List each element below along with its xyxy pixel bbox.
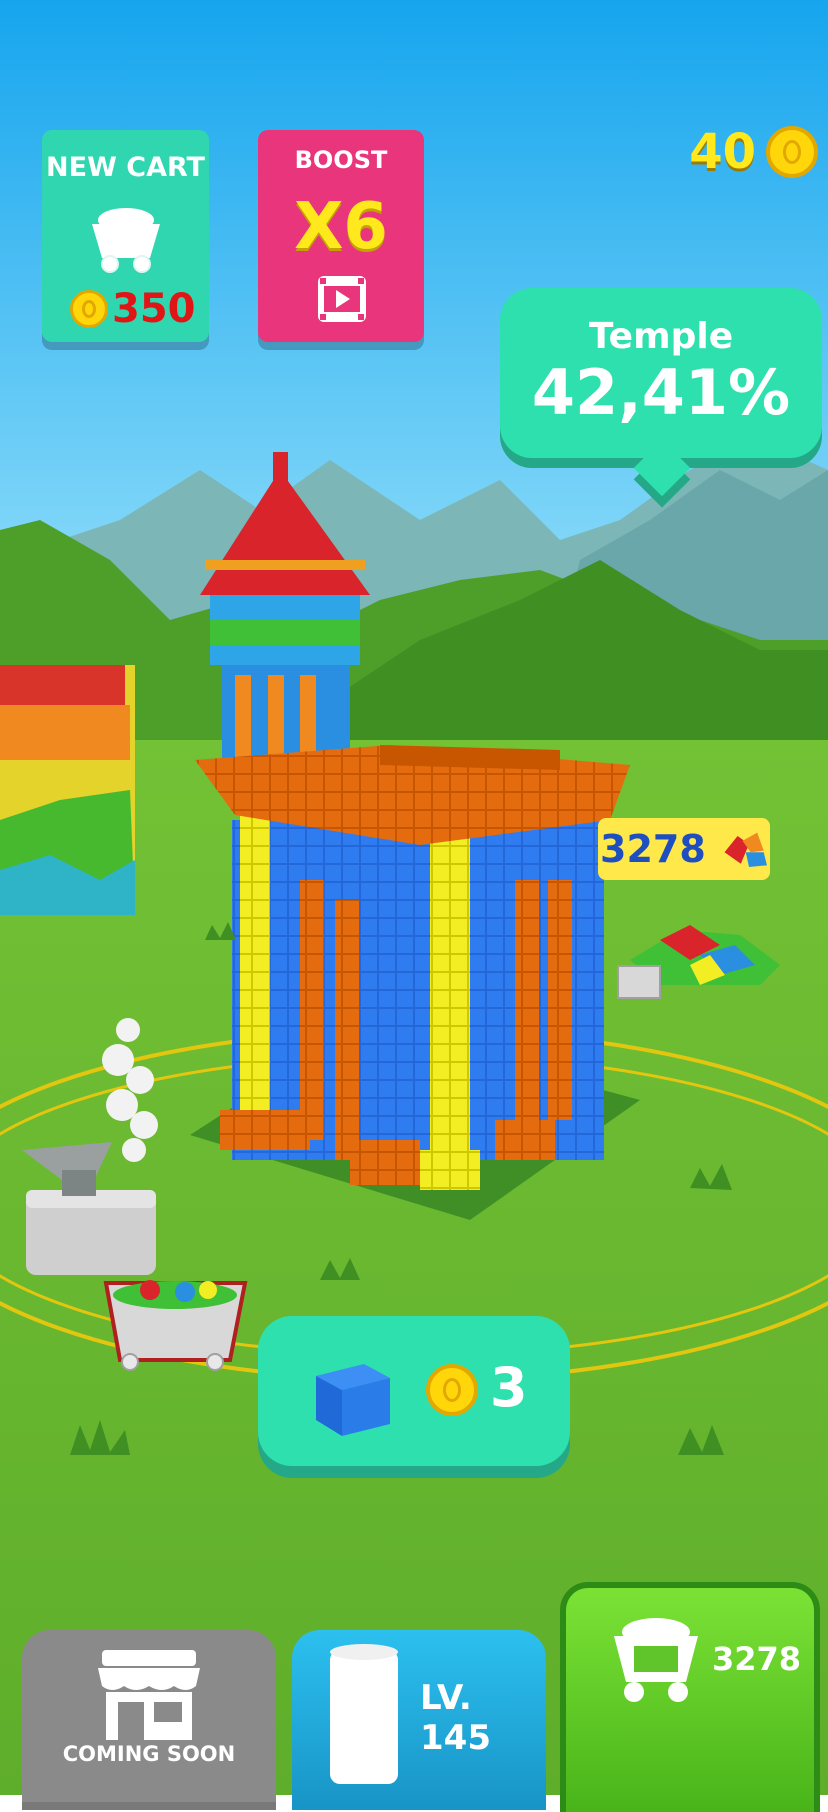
- new-cart-price: 350: [112, 286, 196, 332]
- shop-label: COMING SOON: [62, 1742, 236, 1766]
- new-cart-button[interactable]: NEW CART 350: [42, 130, 209, 342]
- cart-amount: 3278: [712, 1640, 802, 1678]
- store-icon: [98, 1650, 200, 1740]
- coin-icon: [426, 1364, 478, 1416]
- roll-icon: [330, 1644, 398, 1784]
- voxel-temple: [190, 745, 640, 1220]
- cart-icon: [92, 208, 160, 273]
- buy-block-button[interactable]: 3: [258, 1316, 570, 1466]
- new-cart-title: NEW CART: [46, 152, 205, 183]
- boost-title: BOOST: [294, 146, 388, 174]
- cube-icon: [316, 1364, 390, 1436]
- cart-capacity-button[interactable]: 3278: [560, 1582, 820, 1812]
- coin-balance-value: 40: [689, 124, 756, 180]
- boost-button[interactable]: BOOST X6: [258, 130, 424, 342]
- left-building: [0, 665, 135, 915]
- coin-balance: 40: [689, 124, 818, 180]
- level-button[interactable]: LV. 145: [292, 1630, 546, 1810]
- resource-amount-label: 3278: [598, 818, 770, 880]
- shop-button[interactable]: COMING SOON: [22, 1630, 276, 1810]
- coin-icon: [70, 290, 108, 328]
- building-name: Temple: [588, 316, 734, 357]
- building-progress: 42,41%: [531, 356, 791, 429]
- cart-icon: [614, 1618, 698, 1702]
- building-progress-bubble: Temple 42,41%: [500, 288, 822, 497]
- resource-amount: 3278: [600, 827, 706, 871]
- buy-block-price: 3: [490, 1356, 528, 1419]
- boost-multiplier: X6: [294, 190, 388, 264]
- video-icon: [318, 276, 366, 322]
- level-label: LV. 145: [420, 1678, 491, 1758]
- coin-icon: [766, 126, 818, 178]
- mine-cart: [103, 1280, 248, 1371]
- gem-icon: [724, 832, 767, 867]
